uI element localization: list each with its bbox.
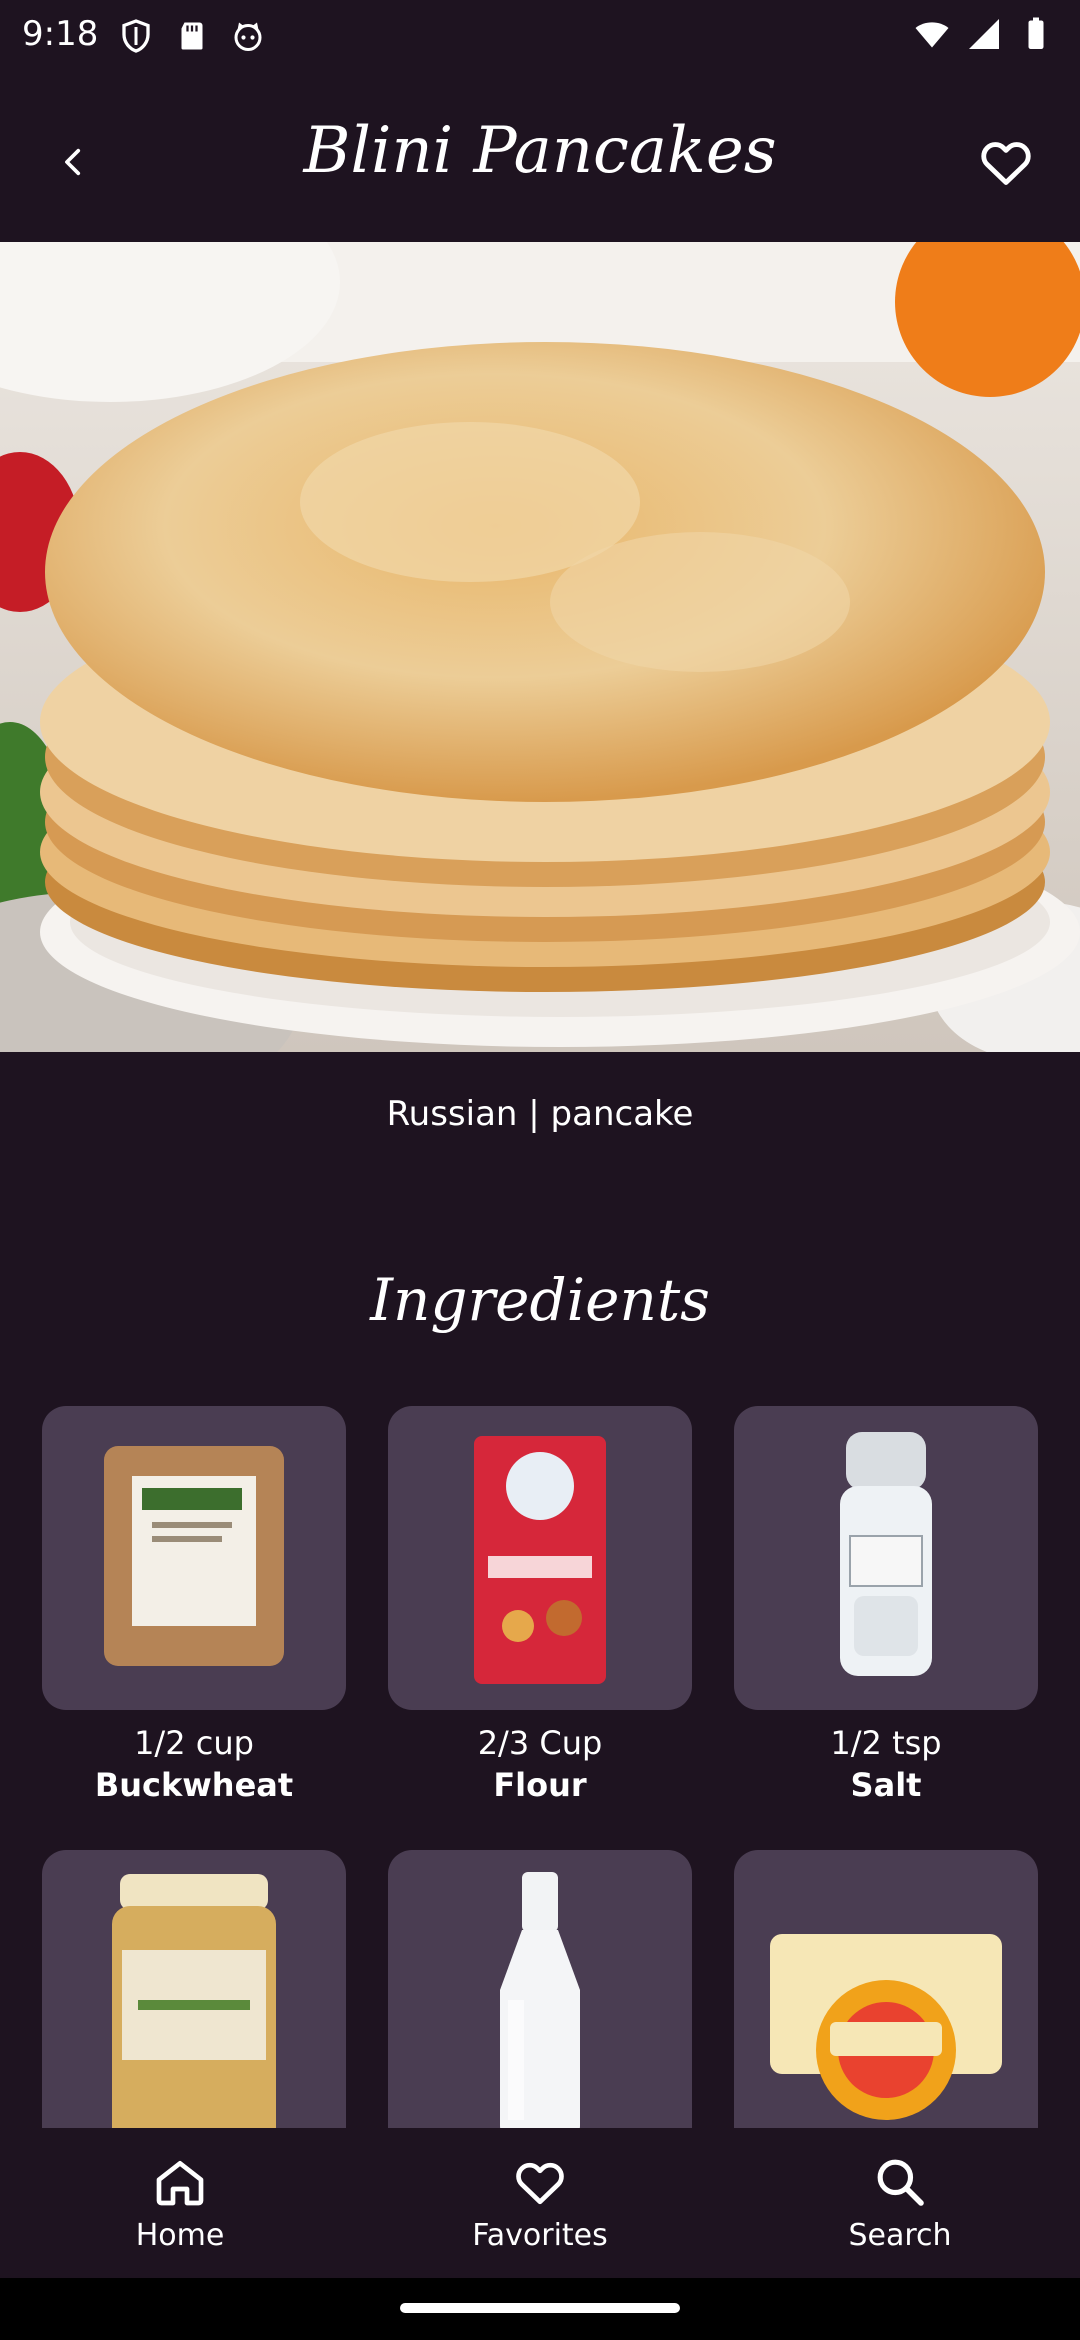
ingredient-image-card	[42, 1406, 346, 1710]
sd-card-icon	[181, 22, 203, 50]
ingredient-image-card	[42, 1850, 346, 2154]
ingredient-item[interactable]	[734, 1850, 1038, 2154]
ingredient-image-card	[388, 1850, 692, 2154]
ingredient-quantity: 1/2 cup	[134, 1724, 254, 1762]
nav-search[interactable]: Search	[720, 2128, 1080, 2278]
battery-icon	[1028, 17, 1044, 49]
ingredient-image-card	[388, 1406, 692, 1710]
flour-bag-image	[474, 1436, 606, 1684]
yeast-jar-image	[112, 1874, 276, 2146]
status-time: 9:18	[22, 14, 99, 54]
bottom-navigation: Home Favorites Search	[0, 2128, 1080, 2278]
ingredient-item[interactable]: 1/2 tsp Salt	[734, 1406, 1038, 1804]
nav-search-label: Search	[848, 2217, 952, 2253]
nav-favorites[interactable]: Favorites	[360, 2128, 720, 2278]
ingredient-image-card	[734, 1850, 1038, 2154]
ingredient-name: Flour	[493, 1766, 587, 1804]
ingredient-item[interactable]	[42, 1850, 346, 2154]
cat-icon	[234, 22, 262, 51]
salt-grinder-image	[840, 1432, 932, 1676]
ingredient-name: Buckwheat	[94, 1766, 294, 1804]
page-title: Blini Pancakes	[303, 114, 777, 188]
ingredient-name: Salt	[850, 1766, 922, 1804]
favorite-button[interactable]	[970, 126, 1042, 198]
nav-home[interactable]: Home	[0, 2128, 360, 2278]
signal-icon	[969, 19, 999, 49]
app-bar: Blini Pancakes	[0, 74, 1080, 242]
home-icon	[156, 2160, 204, 2205]
ingredients-heading: Ingredients	[370, 1266, 710, 1334]
pancake-stack-image	[0, 242, 1080, 1052]
heart-outline-icon	[516, 2162, 564, 2204]
buckwheat-bag-image	[104, 1446, 284, 1666]
milk-bottle-image	[500, 1872, 580, 2140]
nav-favorites-label: Favorites	[472, 2217, 608, 2253]
heart-outline-icon	[981, 142, 1031, 185]
ingredient-quantity: 2/3 Cup	[477, 1724, 603, 1762]
ingredient-item[interactable]: 1/2 cup Buckwheat	[42, 1406, 346, 1804]
search-icon	[877, 2159, 924, 2206]
ingredient-item[interactable]	[388, 1850, 692, 2154]
recipe-tags: Russian | pancake	[386, 1094, 694, 1134]
shield-icon	[122, 19, 150, 53]
ingredient-image-card	[734, 1406, 1038, 1710]
ingredient-item[interactable]: 2/3 Cup Flour	[388, 1406, 692, 1804]
status-bar: 9:18	[0, 0, 1080, 74]
ingredient-quantity: 1/2 tsp	[830, 1724, 942, 1762]
recipe-image	[0, 242, 1080, 1052]
gesture-bar	[0, 2278, 1080, 2340]
nav-home-label: Home	[135, 2217, 225, 2253]
home-gesture-handle[interactable]	[400, 2303, 680, 2313]
butter-pack-image	[770, 1934, 1002, 2120]
wifi-icon	[915, 22, 949, 48]
